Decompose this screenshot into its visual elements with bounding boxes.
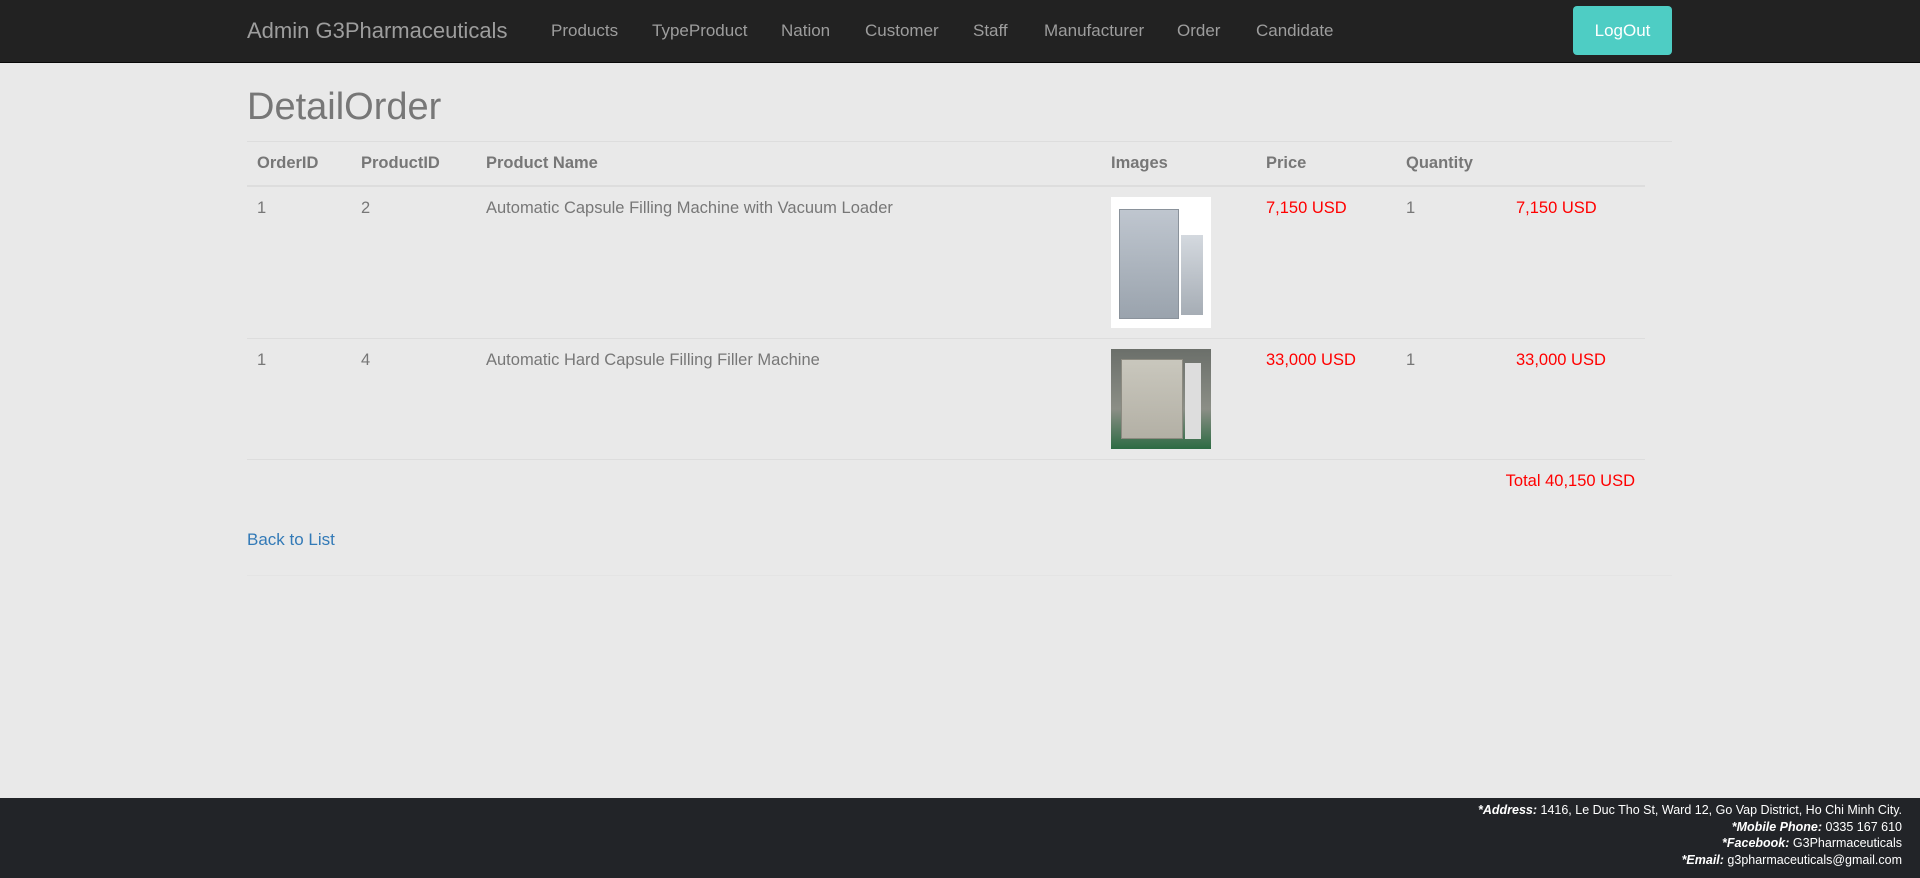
row-divider xyxy=(247,459,1645,460)
footer: *Address: 1416, Le Duc Tho St, Ward 12, … xyxy=(0,798,1920,878)
header-divider xyxy=(247,185,1645,187)
nav-products[interactable]: Products xyxy=(551,21,618,41)
back-to-list-link[interactable]: Back to List xyxy=(247,530,335,550)
nav-typeproduct[interactable]: TypeProduct xyxy=(652,21,747,41)
price: 33,000 USD xyxy=(1266,351,1356,369)
nav-nation[interactable]: Nation xyxy=(781,21,830,41)
footer-facebook: *Facebook: G3Pharmaceuticals xyxy=(1722,836,1902,850)
nav-candidate[interactable]: Candidate xyxy=(1256,21,1334,41)
footer-email: *Email: g3pharmaceuticals@gmail.com xyxy=(1681,852,1902,867)
header-price: Price xyxy=(1266,154,1307,172)
navbar: Admin G3Pharmaceuticals Products TypePro… xyxy=(0,0,1920,63)
header-quantity: Quantity xyxy=(1406,154,1473,172)
product-image xyxy=(1111,349,1211,449)
order-id: 1 xyxy=(257,199,267,217)
product-id: 4 xyxy=(361,351,371,369)
brand-link[interactable]: Admin G3Pharmaceuticals xyxy=(247,18,507,44)
product-image xyxy=(1111,197,1211,328)
quantity: 1 xyxy=(1406,351,1416,369)
subtotal: 33,000 USD xyxy=(1516,351,1606,369)
divider xyxy=(247,141,1672,142)
quantity: 1 xyxy=(1406,199,1416,217)
product-name: Automatic Hard Capsule Filling Filler Ma… xyxy=(486,351,820,369)
product-id: 2 xyxy=(361,199,371,217)
header-orderid: OrderID xyxy=(257,154,319,172)
header-product-name: Product Name xyxy=(486,154,598,172)
nav-manufacturer[interactable]: Manufacturer xyxy=(1044,21,1144,41)
nav-order[interactable]: Order xyxy=(1177,21,1220,41)
footer-address: *Address: 1416, Le Duc Tho St, Ward 12, … xyxy=(1477,803,1902,817)
order-total: Total 40,150 USD xyxy=(1505,472,1635,490)
logout-button[interactable]: LogOut xyxy=(1573,6,1672,55)
product-name: Automatic Capsule Filling Machine with V… xyxy=(486,199,893,217)
page-title: DetailOrder xyxy=(247,86,442,128)
footer-phone: *Mobile Phone: 0335 167 610 xyxy=(1731,819,1902,834)
price: 7,150 USD xyxy=(1266,199,1347,217)
order-id: 1 xyxy=(257,351,267,369)
divider xyxy=(247,575,1672,576)
nav-staff[interactable]: Staff xyxy=(973,21,1008,41)
header-images: Images xyxy=(1111,154,1168,172)
row-divider xyxy=(247,338,1645,339)
subtotal: 7,150 USD xyxy=(1516,199,1597,217)
header-productid: ProductID xyxy=(361,154,440,172)
nav-customer[interactable]: Customer xyxy=(865,21,939,41)
